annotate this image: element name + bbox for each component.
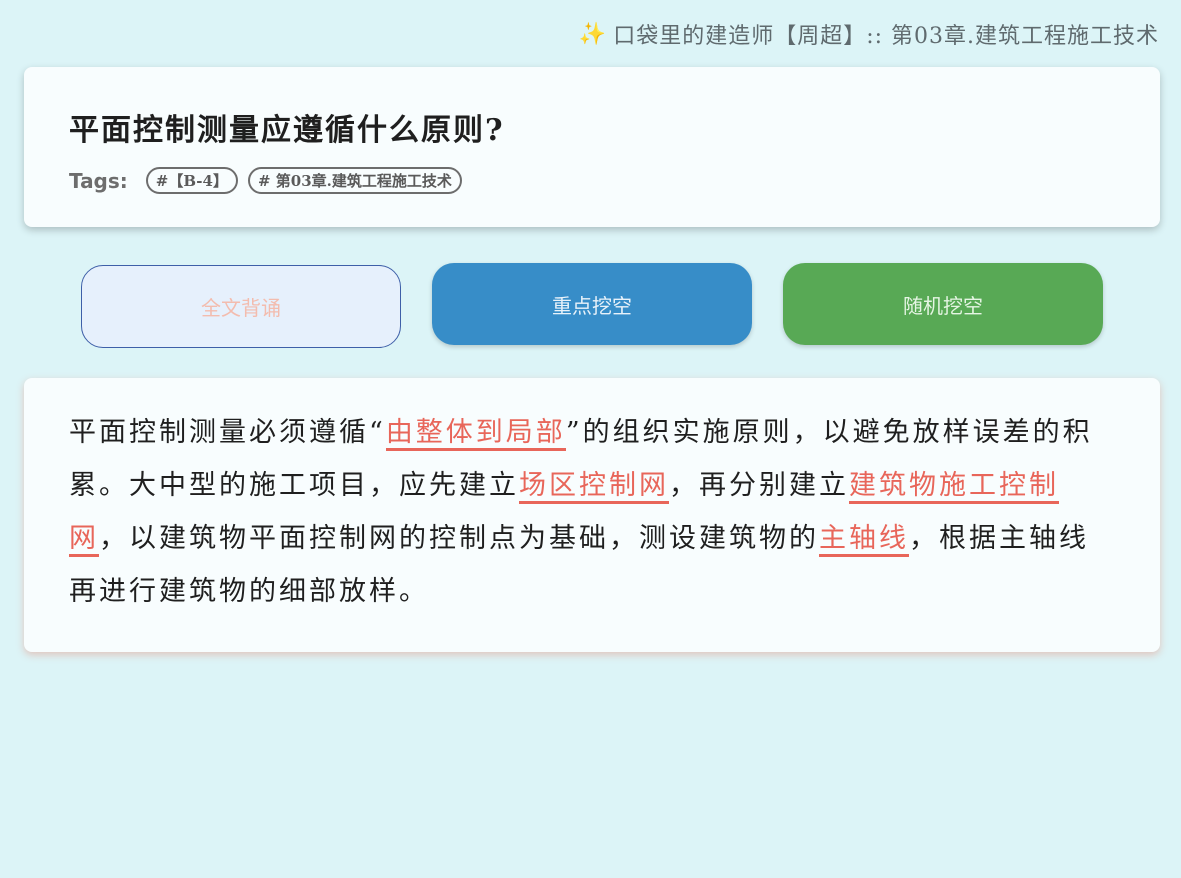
answer-card: 平面控制测量必须遵循“由整体到局部”的组织实施原则，以避免放样误差的积累。大中型… (24, 378, 1160, 652)
answer-segment: ，以建筑物平面控制网的控制点为基础，测设建筑物的 (99, 523, 819, 554)
tag-b4[interactable]: #【B-4】 (145, 167, 238, 194)
question-title: 平面控制测量应遵循什么原则? (69, 113, 505, 148)
keyword-site-control-network[interactable]: 场区控制网 (519, 470, 669, 504)
sparkle-icon: ✨ (578, 21, 608, 47)
answer-segment: 平面控制测量必须遵循“ (69, 417, 386, 448)
full-recite-button[interactable]: 全文背诵 (81, 265, 401, 348)
tags-row: Tags: #【B-4】 # 第03章.建筑工程施工技术 (69, 167, 462, 194)
question-card: 平面控制测量应遵循什么原则? Tags: #【B-4】 # 第03章.建筑工程施… (24, 67, 1160, 227)
breadcrumb: ✨ 口袋里的建造师【周超】:: 第03章.建筑工程施工技术 (579, 18, 1159, 50)
answer-segment: ，再分别建立 (669, 470, 849, 501)
key-blank-button[interactable]: 重点挖空 (432, 263, 752, 345)
keyword-main-axis[interactable]: 主轴线 (819, 523, 909, 557)
keyword-whole-to-part[interactable]: 由整体到局部 (385, 417, 566, 451)
random-blank-button[interactable]: 随机挖空 (783, 263, 1103, 345)
answer-text: 平面控制测量必须遵循“由整体到局部”的组织实施原则，以避免放样误差的积累。大中型… (69, 406, 1115, 618)
breadcrumb-text: 口袋里的建造师【周超】:: 第03章.建筑工程施工技术 (613, 24, 1159, 49)
tag-chapter[interactable]: # 第03章.建筑工程施工技术 (247, 167, 462, 194)
tags-label: Tags: (69, 168, 128, 193)
